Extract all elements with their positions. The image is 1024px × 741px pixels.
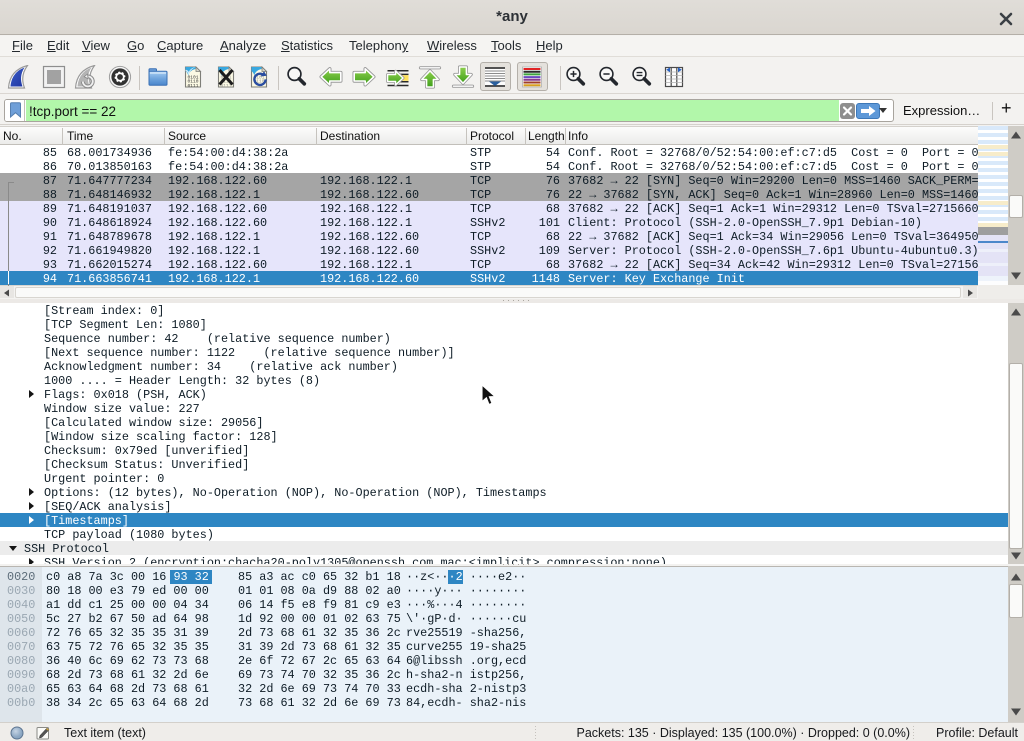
svg-text:0111: 0111: [188, 83, 199, 89]
